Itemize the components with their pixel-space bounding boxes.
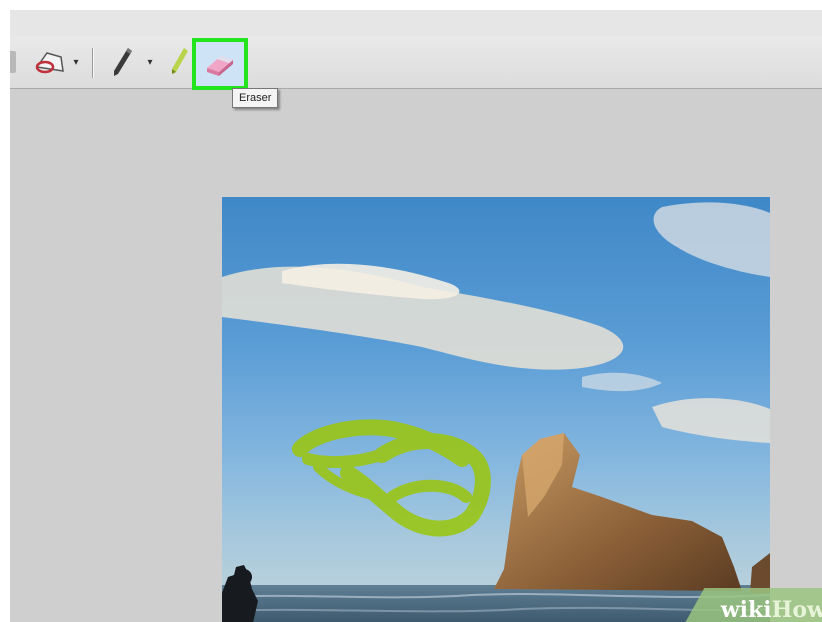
eraser-tooltip: Eraser [232,88,279,108]
drawing-canvas[interactable] [222,197,770,622]
shape-tool-button[interactable] [30,44,70,80]
toolbar: ▾ ▾ [10,36,822,90]
pen-icon [114,48,132,76]
title-strip [10,10,822,36]
chevron-down-icon: ▾ [147,56,153,68]
eraser-tool-button[interactable] [192,38,248,90]
watermark-wiki: wiki [720,597,772,622]
watermark-how: How [771,597,822,622]
eraser-icon [207,56,233,76]
app-window: ▾ ▾ Eraser wiki How [10,10,822,622]
toolbar-divider [92,48,93,78]
shape-tool-dropdown[interactable]: ▾ [70,44,82,80]
highlighter-tool-button[interactable] [166,44,192,80]
pen-tool-dropdown[interactable]: ▾ [144,44,156,80]
partial-tool-icon[interactable] [10,44,18,80]
shape-stamp-icon [35,52,64,74]
highlighter-icon [172,48,188,74]
pen-tool-button[interactable] [106,44,138,80]
canvas-image [222,202,770,622]
chevron-down-icon: ▾ [73,56,79,68]
